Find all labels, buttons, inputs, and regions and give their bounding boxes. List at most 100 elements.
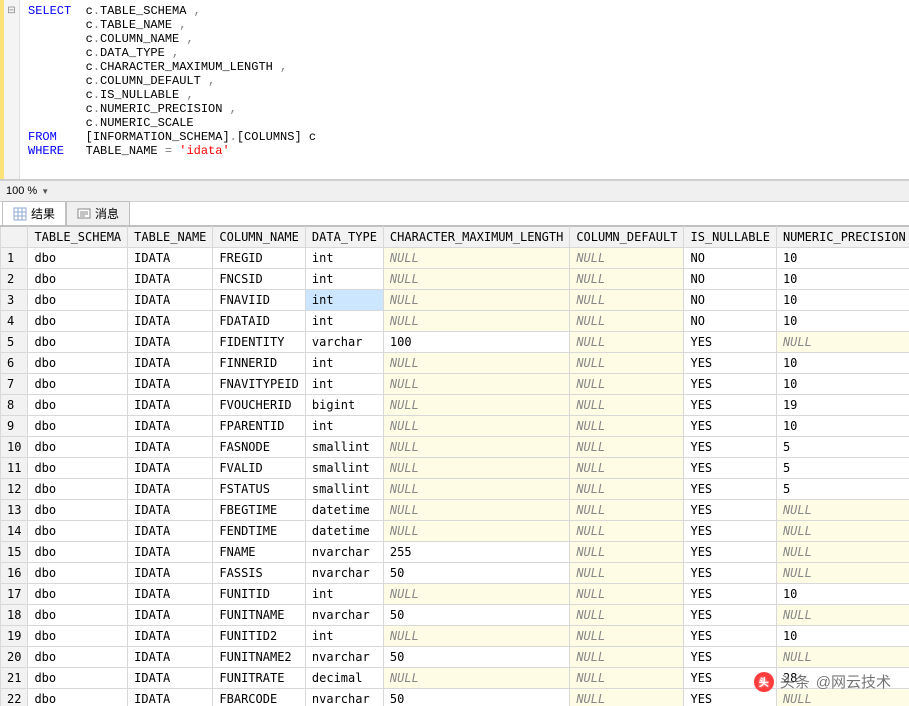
row-number[interactable]: 10 [1,437,28,458]
cell[interactable]: FNCSID [213,269,305,290]
cell[interactable]: NULL [570,269,684,290]
row-number[interactable]: 19 [1,626,28,647]
cell[interactable]: IDATA [128,668,213,689]
cell[interactable]: 10 [776,290,909,311]
tab-results[interactable]: 结果 [2,201,66,225]
cell[interactable]: IDATA [128,248,213,269]
table-row[interactable]: 14dboIDATAFENDTIMEdatetimeNULLNULLYESNUL… [1,521,909,542]
row-number[interactable]: 17 [1,584,28,605]
row-number[interactable]: 12 [1,479,28,500]
table-row[interactable]: 12dboIDATAFSTATUSsmallintNULLNULLYES50 [1,479,909,500]
cell[interactable]: IDATA [128,353,213,374]
cell[interactable]: dbo [28,311,128,332]
cell[interactable]: YES [684,542,776,563]
cell[interactable]: dbo [28,290,128,311]
cell[interactable]: NULL [383,290,569,311]
cell[interactable]: YES [684,458,776,479]
table-row[interactable]: 10dboIDATAFASNODEsmallintNULLNULLYES50 [1,437,909,458]
cell[interactable]: YES [684,479,776,500]
cell[interactable]: dbo [28,521,128,542]
column-header[interactable]: DATA_TYPE [305,227,383,248]
cell[interactable]: NULL [776,605,909,626]
cell[interactable]: NULL [383,416,569,437]
row-number[interactable]: 2 [1,269,28,290]
table-row[interactable]: 6dboIDATAFINNERIDintNULLNULLYES100 [1,353,909,374]
cell[interactable]: NULL [570,437,684,458]
cell[interactable]: dbo [28,269,128,290]
cell[interactable]: NULL [383,311,569,332]
row-number[interactable]: 7 [1,374,28,395]
column-header[interactable]: TABLE_NAME [128,227,213,248]
cell[interactable]: int [305,290,383,311]
cell[interactable]: IDATA [128,563,213,584]
table-row[interactable]: 18dboIDATAFUNITNAMEnvarchar50NULLYESNULL… [1,605,909,626]
column-header[interactable]: IS_NULLABLE [684,227,776,248]
cell[interactable]: YES [684,374,776,395]
cell[interactable]: IDATA [128,311,213,332]
cell[interactable]: 10 [776,626,909,647]
cell[interactable]: NULL [570,311,684,332]
cell[interactable]: YES [684,416,776,437]
cell[interactable]: IDATA [128,269,213,290]
cell[interactable]: nvarchar [305,605,383,626]
cell[interactable]: NULL [570,584,684,605]
cell[interactable]: NULL [570,290,684,311]
cell[interactable]: FIDENTITY [213,332,305,353]
column-header[interactable]: CHARACTER_MAXIMUM_LENGTH [383,227,569,248]
cell[interactable]: nvarchar [305,647,383,668]
column-header[interactable]: COLUMN_NAME [213,227,305,248]
cell[interactable]: IDATA [128,626,213,647]
cell[interactable]: NULL [383,521,569,542]
cell[interactable]: dbo [28,458,128,479]
sql-editor[interactable]: SELECT c.TABLE_SCHEMA , c.TABLE_NAME , c… [20,0,909,179]
cell[interactable]: NULL [776,647,909,668]
cell[interactable]: NULL [570,668,684,689]
cell[interactable]: smallint [305,479,383,500]
cell[interactable]: FREGID [213,248,305,269]
column-header[interactable]: TABLE_SCHEMA [28,227,128,248]
cell[interactable]: dbo [28,353,128,374]
cell[interactable]: dbo [28,668,128,689]
table-row[interactable]: 15dboIDATAFNAMEnvarchar255NULLYESNULLNUL… [1,542,909,563]
row-number[interactable]: 16 [1,563,28,584]
cell[interactable]: smallint [305,458,383,479]
cell[interactable]: dbo [28,248,128,269]
table-row[interactable]: 7dboIDATAFNAVITYPEIDintNULLNULLYES100 [1,374,909,395]
cell[interactable]: smallint [305,437,383,458]
cell[interactable]: NULL [776,332,909,353]
cell[interactable]: dbo [28,647,128,668]
row-number[interactable]: 14 [1,521,28,542]
cell[interactable]: IDATA [128,605,213,626]
cell[interactable]: dbo [28,542,128,563]
cell[interactable]: NULL [383,668,569,689]
row-number[interactable]: 15 [1,542,28,563]
row-number[interactable]: 11 [1,458,28,479]
cell[interactable]: NULL [383,395,569,416]
cell[interactable]: dbo [28,689,128,706]
cell[interactable]: nvarchar [305,542,383,563]
cell[interactable]: int [305,626,383,647]
column-header[interactable]: COLUMN_DEFAULT [570,227,684,248]
cell[interactable]: FENDTIME [213,521,305,542]
cell[interactable]: nvarchar [305,563,383,584]
cell[interactable]: int [305,584,383,605]
cell[interactable]: dbo [28,437,128,458]
zoom-dropdown-icon[interactable]: ▼ [41,187,49,196]
cell[interactable]: YES [684,689,776,706]
cell[interactable]: FUNITID [213,584,305,605]
cell[interactable]: int [305,311,383,332]
cell[interactable]: IDATA [128,542,213,563]
cell[interactable]: NULL [570,395,684,416]
cell[interactable]: IDATA [128,395,213,416]
cell[interactable]: NULL [570,689,684,706]
cell[interactable]: FPARENTID [213,416,305,437]
cell[interactable]: int [305,269,383,290]
row-number[interactable]: 18 [1,605,28,626]
table-row[interactable]: 3dboIDATAFNAVIIDintNULLNULLNO100 [1,290,909,311]
cell[interactable]: IDATA [128,584,213,605]
cell[interactable]: FBARCODE [213,689,305,706]
cell[interactable]: NULL [570,605,684,626]
cell[interactable]: varchar [305,332,383,353]
cell[interactable]: FASNODE [213,437,305,458]
cell[interactable]: int [305,248,383,269]
